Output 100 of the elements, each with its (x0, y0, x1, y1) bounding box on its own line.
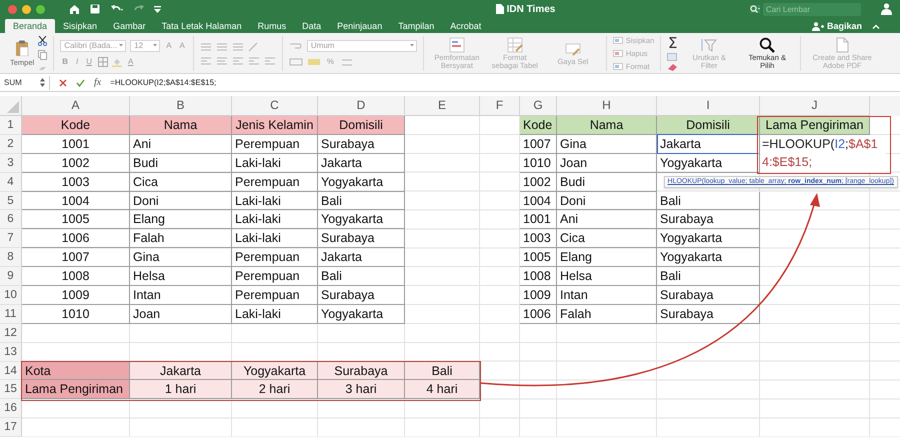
search-icon (750, 5, 760, 13)
align-icon[interactable] (216, 42, 228, 52)
table-cell: Yogyakarta (232, 362, 318, 380)
row-header[interactable]: 11 (0, 304, 22, 324)
table-cell: Domisili (318, 116, 405, 135)
table-cell: Bali (657, 192, 760, 210)
ribbon-tab[interactable]: Gambar (105, 19, 154, 33)
indent-icon[interactable] (264, 56, 276, 66)
column-header[interactable]: C (232, 96, 318, 116)
collapse-icon[interactable] (872, 24, 880, 29)
fill-color-icon[interactable] (112, 56, 122, 66)
autosum-button[interactable]: Σ (667, 36, 678, 51)
row-header[interactable]: 4 (0, 172, 22, 192)
table-bars-icon (448, 37, 465, 53)
row-header[interactable]: 1 (0, 116, 22, 135)
scissors-icon[interactable] (38, 36, 48, 46)
table-cell: Bali (405, 362, 480, 380)
eraser-icon[interactable] (667, 63, 678, 71)
align-icon[interactable] (200, 42, 212, 52)
table-cell: 1004 (22, 192, 130, 210)
table-cell: Yogyakarta (318, 304, 405, 324)
decimal-icon[interactable] (340, 56, 354, 66)
table-cell: Nama (130, 116, 232, 135)
enter-icon[interactable] (76, 78, 85, 86)
table-cell: 1 hari (130, 380, 232, 400)
column-header[interactable]: F (480, 96, 520, 116)
table-cell: Surabaya (318, 229, 405, 248)
table-cell: Cica (130, 172, 232, 192)
save-icon[interactable] (90, 4, 100, 14)
column-header[interactable]: J (760, 96, 870, 116)
table-cell: 1007 (22, 248, 130, 268)
column-header[interactable]: E (405, 96, 480, 116)
table-cell: 1001 (520, 210, 557, 230)
column-header[interactable]: H (557, 96, 657, 116)
column-header[interactable]: D (318, 96, 405, 116)
profile-icon[interactable] (881, 3, 892, 15)
row-header[interactable]: 5 (0, 192, 22, 210)
row-header[interactable]: 13 (0, 342, 22, 362)
funnel-icon (701, 37, 718, 53)
ribbon-tab[interactable]: Peninjauan (329, 19, 390, 33)
cell-editor-field[interactable]: =HLOOKUP(I2;$A$14:$E$15; (760, 135, 886, 172)
column-header[interactable]: I (657, 96, 760, 116)
table-cell: Jakarta (130, 362, 232, 380)
table-cell: Bali (657, 267, 760, 286)
row-header[interactable]: 12 (0, 324, 22, 343)
select-all-icon[interactable] (7, 101, 19, 113)
row-header[interactable]: 6 (0, 210, 22, 230)
ribbon-tab[interactable]: Acrobat (442, 19, 490, 33)
currency-icon[interactable] (306, 56, 321, 66)
indent-icon[interactable] (248, 56, 260, 66)
table-cell: Perempuan (232, 267, 318, 286)
ribbon-tab[interactable]: Sisipkan (55, 19, 106, 33)
column-header[interactable]: G (520, 96, 557, 116)
table-cell: Domisili (657, 116, 760, 135)
name-box[interactable]: SUM (4, 76, 50, 90)
merge-icon[interactable] (288, 56, 303, 66)
row-header[interactable]: 14 (0, 362, 22, 380)
stepper-icon[interactable] (40, 78, 45, 87)
close-button[interactable] (8, 4, 17, 14)
share-button[interactable]: Bagikan (806, 19, 868, 33)
row-header[interactable]: 17 (0, 418, 22, 438)
row-header[interactable]: 3 (0, 154, 22, 173)
table-cell: Kode (22, 116, 130, 135)
align-icon[interactable] (200, 56, 212, 66)
column-header[interactable]: B (130, 96, 232, 116)
row-header[interactable]: 15 (0, 380, 22, 400)
ribbon-tab[interactable]: Tata Letak Halaman (154, 19, 250, 33)
home-icon[interactable] (69, 4, 80, 14)
row-header[interactable]: 8 (0, 248, 22, 268)
ribbon-tab[interactable]: Data (294, 19, 330, 33)
table-cell: 4 hari (405, 380, 480, 400)
wrap-text-icon[interactable] (288, 40, 303, 50)
copy-icon (38, 50, 48, 60)
ribbon-tab[interactable]: Beranda (5, 19, 56, 33)
orientation-icon[interactable] (248, 42, 260, 52)
align-icon[interactable] (232, 42, 244, 52)
insert-icon (612, 37, 623, 44)
ribbon-tab[interactable]: Tampilan (390, 19, 442, 33)
zoom-button[interactable] (36, 4, 45, 14)
table-cell: Jenis Kelamin (232, 116, 318, 135)
ribbon-tab[interactable]: Rumus (250, 19, 294, 33)
window-title: IDN Times (506, 4, 556, 14)
align-icon[interactable] (232, 56, 244, 66)
table-cell: Perempuan (232, 248, 318, 268)
row-header[interactable]: 2 (0, 134, 22, 154)
borders-icon[interactable] (98, 56, 108, 66)
row-header[interactable]: 7 (0, 229, 22, 248)
search-field[interactable]: Cari Lembar (763, 2, 861, 16)
column-header[interactable]: A (22, 96, 130, 116)
align-icon[interactable] (216, 56, 228, 66)
table-cell: Bali (318, 192, 405, 210)
table-cell: 1010 (520, 154, 557, 173)
table-cell: Yogyakarta (657, 248, 760, 268)
row-header[interactable]: 16 (0, 399, 22, 418)
customize-icon[interactable] (154, 5, 161, 13)
row-header[interactable]: 9 (0, 267, 22, 286)
row-header[interactable]: 10 (0, 286, 22, 305)
minimize-button[interactable] (22, 4, 31, 14)
cancel-icon[interactable] (59, 78, 67, 86)
insert-function-button[interactable]: fx (94, 77, 102, 88)
